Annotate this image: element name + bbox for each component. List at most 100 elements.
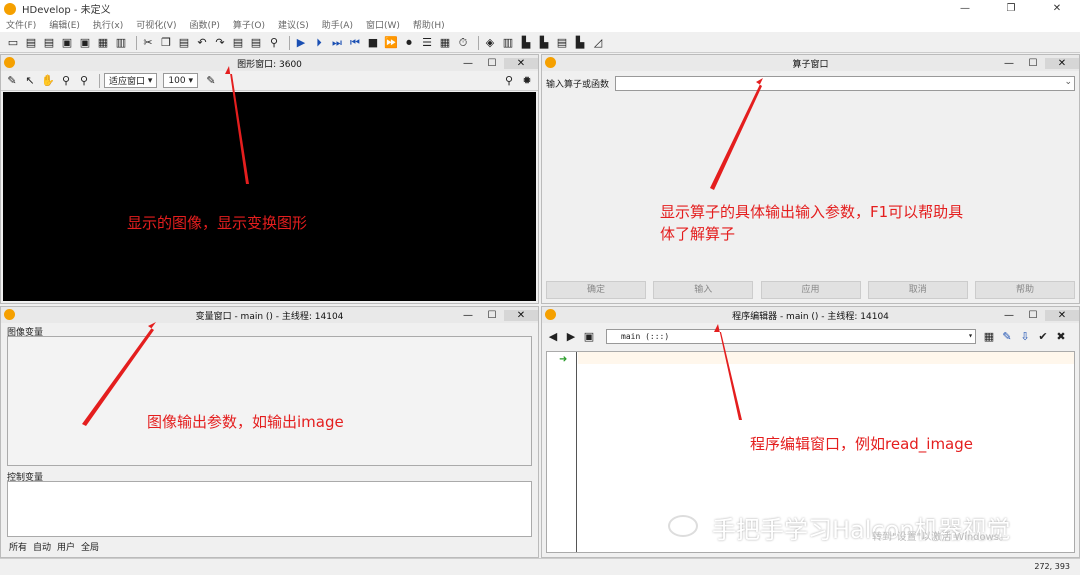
operator-input[interactable]: ⌄ <box>615 75 1075 91</box>
chevron-down-icon[interactable]: ▾ <box>968 331 973 340</box>
check-icon[interactable]: ✔ <box>1036 329 1050 343</box>
menu-file[interactable]: 文件(F) <box>6 18 36 31</box>
open-file-icon[interactable]: ▤ <box>24 36 38 50</box>
main-toolbar: ▭ ▤ ▤ ▣ ▣ ▦ ▥ ✂ ❐ ▤ ↶ ↷ ▤ ▤ ⚲ ▶ ⏵ ⏭ ⏮ ■ … <box>0 33 1080 53</box>
step-into-icon[interactable]: ⏭ <box>330 36 344 50</box>
profiler-icon[interactable]: ▦ <box>438 36 452 50</box>
menu-operators[interactable]: 算子(O) <box>233 18 265 31</box>
tab-all[interactable]: 所有 <box>9 540 27 553</box>
ok-button[interactable]: 确定 <box>546 281 646 299</box>
panel-minimize-icon[interactable]: — <box>456 310 480 321</box>
histogram-icon[interactable]: ▥ <box>501 36 515 50</box>
pen-icon[interactable]: ✎ <box>5 74 19 88</box>
panel-minimize-icon[interactable]: — <box>456 58 480 69</box>
step-icon[interactable]: ⇩ <box>1018 329 1032 343</box>
forward-arrow-icon[interactable]: ▶ <box>564 329 578 343</box>
panel-maximize-icon[interactable]: ☐ <box>480 58 504 69</box>
procedure-select[interactable]: main (:::) ▾ <box>606 328 976 344</box>
control-variables-area[interactable] <box>7 481 532 537</box>
new-file-icon[interactable]: ▭ <box>6 36 20 50</box>
variable-window-titlebar: 变量窗口 - main () - 主线程: 14104 — ☐ ✕ <box>1 307 538 323</box>
panel-close-icon[interactable]: ✕ <box>504 57 538 69</box>
menu-suggestions[interactable]: 建议(S) <box>278 18 309 31</box>
cancel-button[interactable]: 取消 <box>867 281 968 299</box>
hand-icon[interactable]: ✋ <box>41 74 55 88</box>
pixel-info-icon[interactable]: ⚲ <box>502 74 516 88</box>
save-as-icon[interactable]: ▣ <box>78 36 92 50</box>
menu-edit[interactable]: 编辑(E) <box>49 18 80 31</box>
procedure-icon[interactable]: ▣ <box>582 329 596 343</box>
menu-help[interactable]: 帮助(H) <box>413 18 445 31</box>
chevron-down-icon[interactable]: ⌄ <box>1064 77 1072 87</box>
paste-icon[interactable]: ▤ <box>177 36 191 50</box>
line-profile-icon[interactable]: ▙ <box>519 36 533 50</box>
back-arrow-icon[interactable]: ◀ <box>546 329 560 343</box>
image-canvas[interactable] <box>3 92 536 301</box>
step-out-icon[interactable]: ⏮ <box>348 36 362 50</box>
fit-window-select[interactable]: 适应窗口 ▾ <box>104 73 158 88</box>
print-icon[interactable]: ▥ <box>114 36 128 50</box>
measure-icon[interactable]: ◿ <box>591 36 605 50</box>
panel-maximize-icon[interactable]: ☐ <box>1021 58 1045 69</box>
tab-global[interactable]: 全局 <box>81 540 99 553</box>
menu-visualization[interactable]: 可视化(V) <box>136 18 176 31</box>
feature-histogram-icon[interactable]: ▙ <box>537 36 551 50</box>
copy-icon[interactable]: ❐ <box>159 36 173 50</box>
graphics-window: 图形窗口: 3600 — ☐ ✕ ✎ ↖ ✋ ⚲ ⚲ 适应窗口 ▾ 100 ▾ … <box>0 54 539 304</box>
zoom-icon[interactable]: ⚲ <box>59 74 73 88</box>
step-over-icon[interactable]: ⏵ <box>312 36 326 50</box>
open-recent-icon[interactable]: ▤ <box>42 36 56 50</box>
stop-icon[interactable]: ■ <box>366 36 380 50</box>
close-button[interactable]: ✕ <box>1034 0 1080 17</box>
panel-maximize-icon[interactable]: ☐ <box>480 310 504 321</box>
menu-window[interactable]: 窗口(W) <box>366 18 400 31</box>
uncomment-icon[interactable]: ▤ <box>249 36 263 50</box>
save-all-icon[interactable]: ▦ <box>96 36 110 50</box>
menu-assistants[interactable]: 助手(A) <box>322 18 353 31</box>
tab-user[interactable]: 用户 <box>57 540 75 553</box>
insert-icon[interactable]: ✎ <box>1000 329 1014 343</box>
redo-icon[interactable]: ↷ <box>213 36 227 50</box>
zoom-select[interactable]: 100 ▾ <box>163 73 198 88</box>
minimize-button[interactable]: — <box>942 0 988 17</box>
panel-maximize-icon[interactable]: ☐ <box>1021 310 1045 321</box>
panel-close-icon[interactable]: ✕ <box>1045 57 1079 69</box>
cut-icon[interactable]: ✂ <box>141 36 155 50</box>
find-icon[interactable]: ⚲ <box>267 36 281 50</box>
help-button[interactable]: 帮助 <box>975 281 1075 299</box>
panel-close-icon[interactable]: ✕ <box>504 309 538 321</box>
reset-program-icon[interactable]: ⏩ <box>384 36 398 50</box>
current-line[interactable] <box>578 352 1074 364</box>
zoom-menu-icon[interactable]: ⚲ <box>77 74 91 88</box>
delete-icon[interactable]: ✖ <box>1054 329 1068 343</box>
toolbar-separator <box>136 35 137 50</box>
maximize-button[interactable]: ❐ <box>988 0 1034 17</box>
edit-procedure-icon[interactable]: ▦ <box>982 329 996 343</box>
timer-icon[interactable]: ⏱ <box>456 36 470 50</box>
pointer-icon[interactable]: ↖ <box>23 74 37 88</box>
cursor-coordinates: 272, 393 <box>1034 562 1070 571</box>
comment-icon[interactable]: ▤ <box>231 36 245 50</box>
panel-minimize-icon[interactable]: — <box>997 310 1021 321</box>
inspect-icon[interactable]: ▤ <box>555 36 569 50</box>
settings-icon[interactable]: ✹ <box>520 74 534 88</box>
undo-icon[interactable]: ↶ <box>195 36 209 50</box>
list-icon[interactable]: ☰ <box>420 36 434 50</box>
save-icon[interactable]: ▣ <box>60 36 74 50</box>
gray-histogram-icon[interactable]: ▙ <box>573 36 587 50</box>
breakpoint-icon[interactable]: ⏺ <box>402 36 416 50</box>
hdevelop-logo-icon <box>4 2 16 15</box>
color-icon[interactable]: ✎ <box>204 74 218 88</box>
panel-minimize-icon[interactable]: — <box>997 58 1021 69</box>
run-icon[interactable]: ▶ <box>294 36 308 50</box>
graphics-window-title: 图形窗口: 3600 <box>237 59 302 70</box>
tab-auto[interactable]: 自动 <box>33 540 51 553</box>
panel-close-icon[interactable]: ✕ <box>1045 309 1079 321</box>
enter-button[interactable]: 输入 <box>653 281 754 299</box>
menu-procedures[interactable]: 函数(P) <box>189 18 219 31</box>
menu-execute[interactable]: 执行(x) <box>93 18 123 31</box>
image-acquisition-icon[interactable]: ◈ <box>483 36 497 50</box>
apply-button[interactable]: 应用 <box>760 281 861 299</box>
operator-buttons: 确定 输入 应用 取消 帮助 <box>546 281 1075 299</box>
iconic-variables-area[interactable] <box>7 336 532 466</box>
